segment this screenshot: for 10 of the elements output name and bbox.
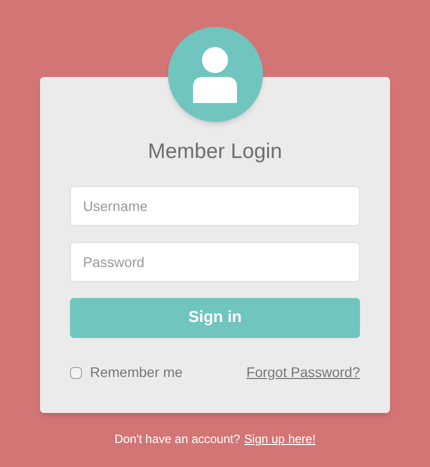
login-title: Member Login [148, 140, 282, 164]
password-field[interactable]: Password [70, 242, 360, 282]
user-icon [193, 46, 237, 102]
signup-prompt: Don't have an account? [114, 431, 240, 448]
forgot-password-link[interactable]: Forgot Password? [246, 362, 360, 383]
sign-in-button[interactable]: Sign in [70, 298, 360, 338]
sign-up-link[interactable]: Sign up here! [244, 430, 316, 448]
remember-checkbox[interactable] [70, 366, 82, 378]
remember-label: Remember me [90, 363, 183, 382]
username-field[interactable]: Username [70, 186, 360, 226]
